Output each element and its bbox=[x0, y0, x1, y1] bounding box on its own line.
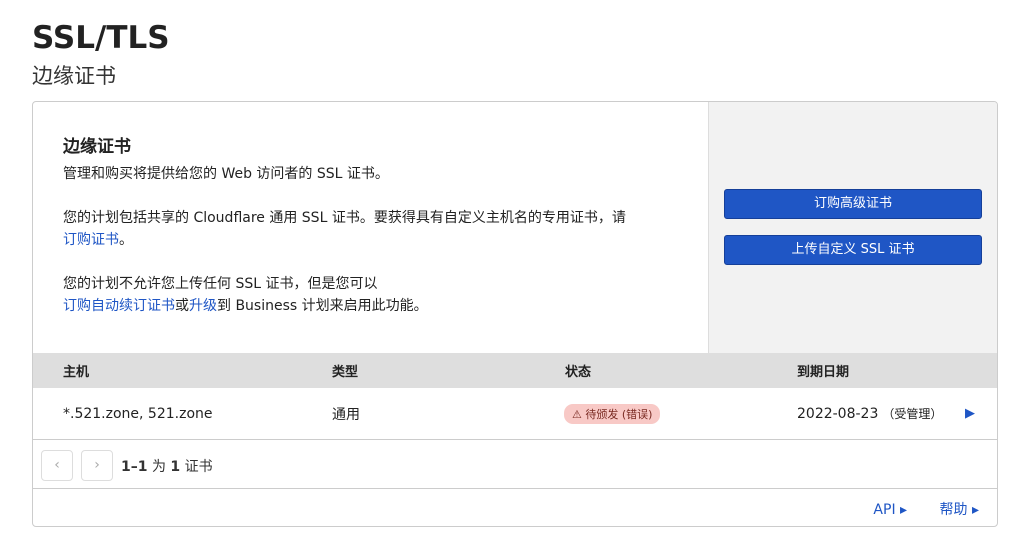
upgrade-text: 到 Business 计划来启用此功能。 bbox=[217, 298, 428, 314]
upgrade-link[interactable]: 升级 bbox=[189, 298, 217, 314]
card-title: 边缘证书 bbox=[63, 137, 131, 157]
managed-label: （受管理） bbox=[882, 407, 943, 421]
unit-text: 证书 bbox=[184, 459, 213, 475]
order-auto-renew-link[interactable]: 订购自动续订证书 bbox=[63, 298, 175, 314]
api-link[interactable]: API ▸ bbox=[873, 502, 907, 518]
total-count: 1 bbox=[170, 459, 181, 475]
page-range: 1–1 bbox=[121, 459, 148, 475]
previous-page-button[interactable]: ‹ bbox=[41, 450, 73, 481]
page-title: SSL/TLS bbox=[32, 20, 170, 56]
next-page-button[interactable]: › bbox=[81, 450, 113, 481]
table-header: 主机 类型 状态 到期日期 bbox=[33, 353, 997, 388]
order-certificate-link[interactable]: 订购证书 bbox=[63, 232, 119, 248]
host-cell: *.521.zone, 521.zone bbox=[63, 405, 213, 422]
expiry-date: 2022-08-23 bbox=[797, 405, 879, 422]
header-type[interactable]: 类型 bbox=[332, 353, 358, 388]
page-subtitle: 边缘证书 bbox=[32, 64, 116, 88]
plan-text: 您的计划包括共享的 Cloudflare 通用 SSL 证书。要获得具有自定义主… bbox=[63, 210, 626, 226]
punct: 。 bbox=[119, 232, 133, 248]
upload-text: 您的计划不允许您上传任何 SSL 证书，但是您可以 bbox=[63, 276, 378, 292]
order-advanced-certificate-button[interactable]: 订购高级证书 bbox=[724, 189, 982, 219]
help-link[interactable]: 帮助 ▸ bbox=[940, 502, 979, 518]
header-expiry[interactable]: 到期日期 bbox=[797, 353, 849, 388]
of-text: 为 bbox=[151, 459, 166, 475]
expand-row-icon[interactable]: ▶ bbox=[965, 388, 975, 439]
table-row[interactable]: *.521.zone, 521.zone 通用 ⚠ 待颁发 (错误) 2022-… bbox=[33, 388, 997, 440]
header-status[interactable]: 状态 bbox=[565, 353, 591, 388]
pagination: ‹ › 1–1 为 1 证书 bbox=[33, 440, 997, 489]
status-badge: ⚠ 待颁发 (错误) bbox=[564, 403, 661, 424]
type-cell: 通用 bbox=[332, 406, 360, 423]
or-text: 或 bbox=[175, 298, 189, 314]
warning-icon: ⚠ bbox=[572, 407, 586, 421]
header-host[interactable]: 主机 bbox=[63, 353, 89, 388]
edge-certificates-card: 边缘证书 管理和购买将提供给您的 Web 访问者的 SSL 证书。 您的计划包括… bbox=[32, 101, 998, 527]
description: 管理和购买将提供给您的 Web 访问者的 SSL 证书。 bbox=[63, 166, 389, 182]
status-text: 待颁发 (错误) bbox=[585, 407, 653, 421]
upload-custom-ssl-button[interactable]: 上传自定义 SSL 证书 bbox=[724, 235, 982, 265]
